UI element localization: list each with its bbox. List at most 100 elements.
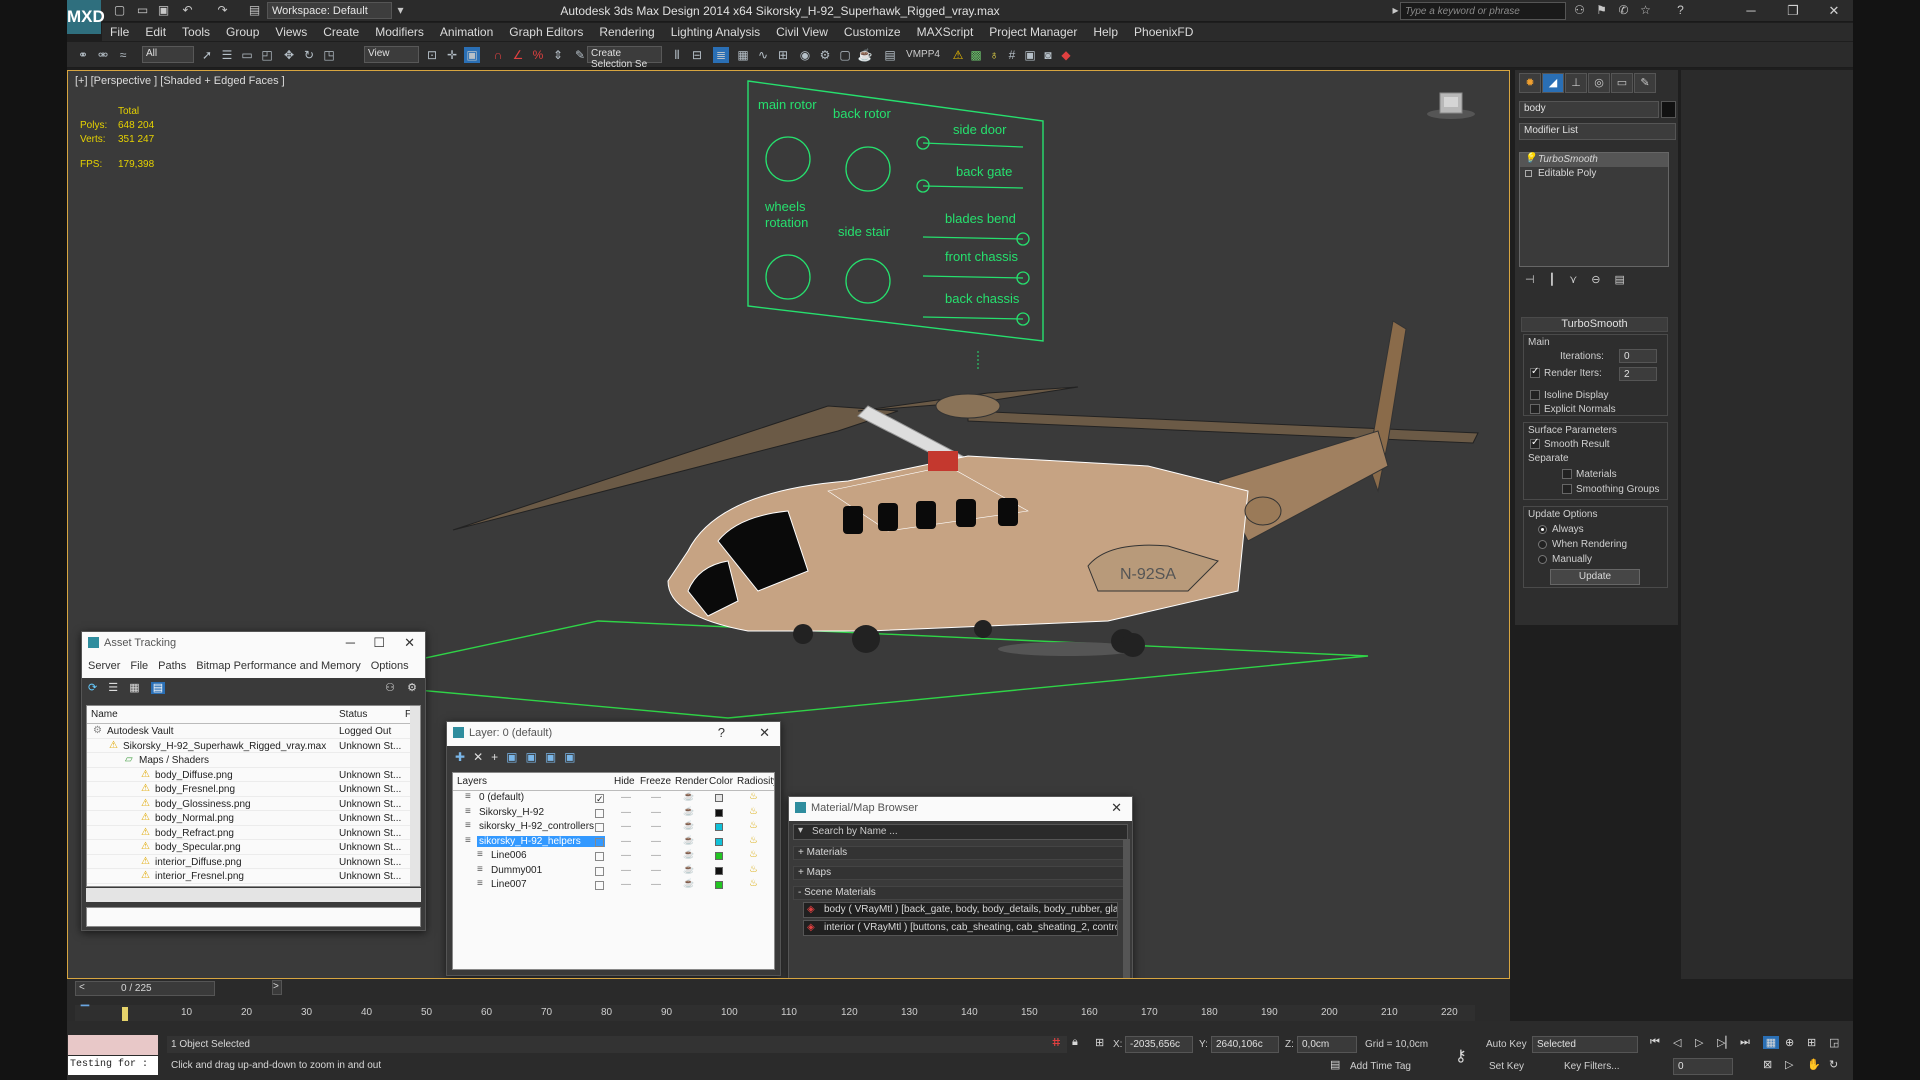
spinner-snap-icon[interactable]: ⇕ <box>550 47 566 63</box>
when-rendering-radio[interactable]: When Rendering <box>1538 538 1627 550</box>
render-iters-spinner[interactable]: 2 <box>1619 367 1657 381</box>
search-input[interactable]: Type a keyword or phrase <box>1400 2 1566 20</box>
next-key-icon[interactable]: ▷▏ <box>1717 1036 1734 1049</box>
play-icon[interactable]: ▷ <box>1695 1036 1703 1049</box>
layer-name[interactable]: sikorsky_H-92_helpers <box>477 835 605 847</box>
fov-icon[interactable]: ▷ <box>1785 1058 1793 1071</box>
minimize-button[interactable]: ─ <box>1732 2 1770 20</box>
isoline-display-checkbox[interactable]: Isoline Display <box>1530 389 1608 401</box>
perspective-viewport[interactable]: [+] [Perspective ] [Shaded + Edged Faces… <box>67 70 1510 979</box>
update-button[interactable]: Update <box>1550 569 1640 585</box>
select-by-name-icon[interactable]: ☰ <box>219 47 235 63</box>
freeze-toggle[interactable]: — <box>651 821 661 832</box>
warning-icon[interactable]: ⚠ <box>950 47 966 63</box>
asset-row[interactable]: ⚙ Autodesk Vault Logged Out <box>87 724 420 739</box>
motion-tab-icon[interactable]: ◎ <box>1588 73 1610 93</box>
at-menu-server[interactable]: Server <box>88 660 120 672</box>
binoculars-icon[interactable]: ⚇ <box>1572 3 1587 18</box>
modifier-list-dropdown[interactable]: Modifier List <box>1519 123 1676 140</box>
go-to-start-icon[interactable]: ⏮ <box>1650 1036 1660 1049</box>
minimize-icon[interactable]: ─ <box>346 635 355 650</box>
col-name-header[interactable]: Name <box>91 709 118 720</box>
add-to-layer-icon[interactable]: + <box>491 750 506 764</box>
image-icon[interactable]: ▩ <box>968 47 984 63</box>
open-file-icon[interactable]: ▭ <box>135 3 150 18</box>
subscription-icon[interactable]: ⚑ <box>1594 3 1609 18</box>
select-in-layer-icon[interactable]: ▣ <box>506 750 525 764</box>
pin-stack-icon[interactable]: ⊣ <box>1525 274 1549 286</box>
asset-path-field[interactable] <box>86 907 421 927</box>
remove-modifier-icon[interactable]: ⊖ <box>1591 274 1614 286</box>
edit-named-selection-icon[interactable]: ✎ <box>572 47 588 63</box>
manually-radio[interactable]: Manually <box>1538 553 1592 565</box>
make-unique-icon[interactable]: ⋎ <box>1569 274 1591 286</box>
hide-toggle[interactable]: — <box>621 821 631 832</box>
asset-tracking-dialog[interactable]: Asset Tracking ─ ☐ ✕ Server File Paths Bitm… <box>81 631 426 931</box>
favorites-icon[interactable]: ☆ <box>1638 3 1653 18</box>
radiosity-icon[interactable]: ♨ <box>749 849 758 860</box>
menu-phoenixfd[interactable]: PhoenixFD <box>1126 23 1201 41</box>
layer-manager-dialog[interactable]: Layer: 0 (default) ? ✕ ✚✕+▣▣▣▣ Layers Hi… <box>446 721 781 976</box>
hierarchy-tab-icon[interactable]: ⊥ <box>1565 73 1587 93</box>
save-icon[interactable]: ▣ <box>156 3 171 18</box>
freeze-toggle[interactable]: — <box>651 836 661 847</box>
current-layer-checkbox[interactable] <box>595 837 604 847</box>
workspace-chevron-icon[interactable]: ▾ <box>393 3 408 18</box>
layer-row[interactable]: Dummy001 ≡ — — ☕ ♨ <box>453 864 774 879</box>
current-frame-marker[interactable] <box>122 1007 128 1021</box>
maxscript-listener[interactable]: Testing for : <box>68 1056 158 1075</box>
hide-toggle[interactable]: — <box>621 865 631 876</box>
asset-row[interactable]: ⚠ interior_Diffuse.png Unknown St... <box>87 855 420 869</box>
freeze-toggle[interactable]: — <box>651 792 661 803</box>
layer-name[interactable]: Sikorsky_H-92 <box>477 807 546 818</box>
prev-frame-icon[interactable]: < <box>79 982 85 993</box>
window-crossing-icon[interactable]: ◰ <box>259 47 275 63</box>
delete-layer-icon[interactable]: ✕ <box>473 750 491 764</box>
orbit-icon[interactable]: ↻ <box>1829 1058 1838 1071</box>
col-color[interactable]: Color <box>709 776 733 787</box>
vray-frame-buffer-icon[interactable]: ▤ <box>882 47 898 63</box>
table-view-icon[interactable]: ▤ <box>150 682 166 694</box>
layer-color-swatch[interactable] <box>715 823 723 831</box>
back-gate-slider[interactable] <box>922 185 1024 189</box>
highlight-layer-icon[interactable]: ▣ <box>525 750 544 764</box>
group-materials[interactable]: + Materials <box>793 846 1128 860</box>
close-icon[interactable]: ✕ <box>404 635 415 651</box>
vault-settings-icon[interactable]: ⚙ <box>407 681 417 694</box>
angle-snap-icon[interactable]: ∠ <box>510 47 526 63</box>
workspace-dropdown[interactable]: Workspace: Default <box>267 2 392 19</box>
iterations-spinner[interactable]: 0 <box>1619 349 1657 363</box>
layer-name[interactable]: 0 (default) <box>477 792 526 803</box>
menu-group[interactable]: Group <box>218 23 267 41</box>
menu-file[interactable]: File <box>102 23 137 41</box>
help-icon[interactable]: ? <box>1673 3 1688 18</box>
select-object-icon[interactable]: ➚ <box>199 47 215 63</box>
layer-color-swatch[interactable] <box>715 866 723 875</box>
zoom-region-icon[interactable]: ⊠ <box>1763 1058 1772 1071</box>
pan-icon[interactable]: ✋ <box>1807 1058 1821 1071</box>
restore-button[interactable]: ❐ <box>1774 2 1812 20</box>
radiosity-icon[interactable]: ♨ <box>749 791 758 802</box>
schematic-view-icon[interactable]: ⊞ <box>775 47 791 63</box>
thumbnail-view-icon[interactable]: ▦ <box>129 682 139 694</box>
asset-row[interactable]: ⚠ interior_Fresnel.png Unknown St... <box>87 869 420 884</box>
options-menu-icon[interactable]: ▾ <box>798 825 803 836</box>
current-frame-field[interactable]: 0 <box>1673 1058 1733 1075</box>
group-maps[interactable]: + Maps <box>793 866 1128 880</box>
next-frame-icon[interactable]: > <box>272 980 282 995</box>
bind-spacewarp-icon[interactable]: ≈ <box>115 47 131 63</box>
named-selection-dropdown[interactable]: Create Selection Se <box>587 46 662 70</box>
previous-key-icon[interactable]: ◁ <box>1673 1036 1681 1049</box>
materials-check-icon[interactable] <box>1562 469 1572 480</box>
col-layers[interactable]: Layers <box>457 776 487 787</box>
new-file-icon[interactable]: ▢ <box>112 3 127 18</box>
close-window-button[interactable]: ✕ <box>1815 2 1853 20</box>
rotate-icon[interactable]: ↻ <box>301 47 317 63</box>
display-tab-icon[interactable]: ▭ <box>1611 73 1633 93</box>
explicit-normals-check-icon[interactable] <box>1530 404 1540 415</box>
col-status-header[interactable]: Status <box>339 709 367 720</box>
layer-name[interactable]: sikorsky_H-92_controllers <box>477 821 596 832</box>
isoline-check-icon[interactable] <box>1530 390 1540 401</box>
align-icon[interactable]: ⊟ <box>689 47 705 63</box>
layer-color-swatch[interactable] <box>715 881 723 889</box>
